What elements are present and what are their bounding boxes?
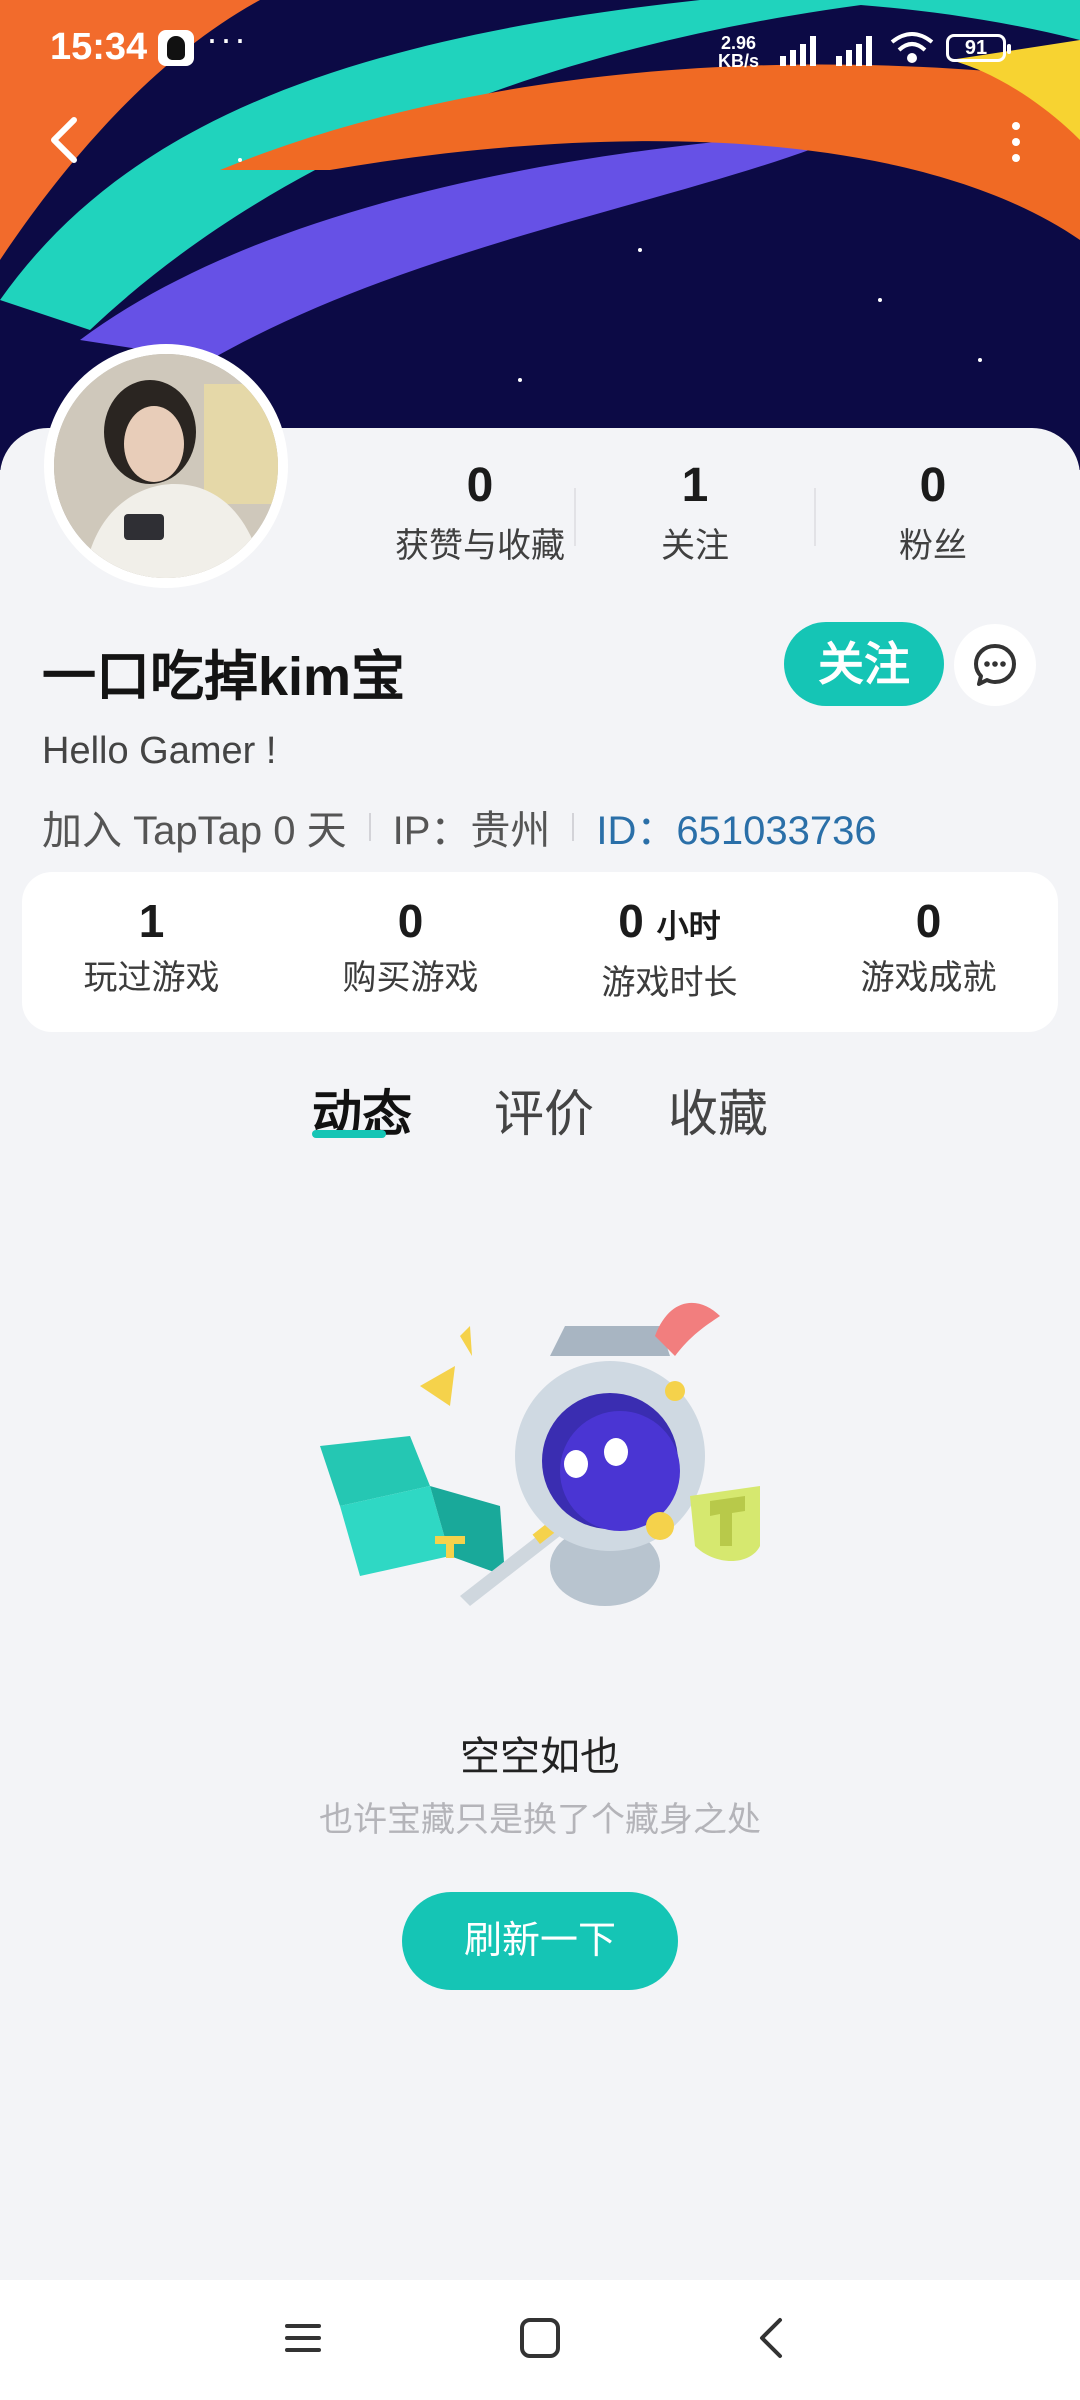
stat-likes[interactable]: 0 获赞与收藏 [360,458,600,567]
empty-state-subtitle: 也许宝藏只是换了个藏身之处 [319,1801,761,1839]
bio: Hello Gamer ! [42,730,277,772]
system-nav-bar [0,2280,1080,2400]
tab-favorites[interactable]: 收藏 [668,1074,768,1146]
wifi-icon [890,32,934,63]
home-icon[interactable] [510,2308,570,2368]
game-stat-played[interactable]: 1 玩过游戏 [22,894,281,999]
avatar-image [54,354,278,578]
join-info: 加入 TapTap 0 天 [42,809,347,853]
game-stat-playtime-unit: 小时 [656,908,721,944]
signal-icon-2 [836,36,872,66]
game-stat-played-label: 玩过游戏 [83,959,220,997]
empty-state-knight-illustration [320,1302,760,1606]
game-stat-purchased-value: 0 [397,895,424,947]
game-stat-purchased-label: 购买游戏 [342,959,479,997]
stat-following-value: 1 [681,459,709,512]
signal-icon [780,36,816,66]
stat-likes-label: 获赞与收藏 [395,527,565,565]
avatar-photo-icon [54,354,278,578]
meta-divider [368,813,371,841]
more-notifications-icon: ··· [206,18,248,59]
stat-likes-value: 0 [466,459,494,512]
game-stat-playtime[interactable]: 0 小时 游戏时长 [540,894,799,1004]
stat-following-label: 关注 [661,527,729,565]
tab-reviews[interactable]: 评价 [494,1074,594,1146]
more-options-icon[interactable] [1000,118,1032,168]
status-bar: 15:34 ··· 2.96 KB/s 91 [0,0,1080,100]
empty-state-title: 空空如也 [460,1735,620,1779]
network-speed-unit: KB/s [718,51,760,71]
chat-icon [974,644,1016,686]
game-stat-achievements-value: 0 [915,895,942,947]
back-icon[interactable] [40,110,88,170]
refresh-button[interactable]: 刷新一下 [402,1892,678,1990]
username: 一口吃掉kim宝 [42,647,406,707]
game-stat-achievements[interactable]: 0 游戏成就 [799,894,1058,999]
avatar[interactable] [44,344,288,588]
stat-followers-value: 0 [919,459,947,512]
meta-divider [572,813,575,841]
user-id[interactable]: ID：651033736 [596,798,876,856]
status-time: 15:34 [50,26,148,68]
network-speed-value: 2.96 [720,33,757,53]
game-stat-playtime-value: 0 [618,895,644,947]
menu-icon[interactable] [273,2308,333,2368]
stat-following[interactable]: 1 关注 [575,458,815,567]
stat-followers[interactable]: 0 粉丝 [813,458,1053,567]
profile-stats: 0 获赞与收藏 1 关注 0 粉丝 [360,458,1080,568]
content-tabs: 动态 评价 收藏 [0,1074,1080,1154]
game-stat-playtime-label: 游戏时长 [601,964,738,1002]
stat-followers-label: 粉丝 [899,527,967,565]
active-tab-indicator [312,1130,386,1138]
profile-meta: 加入 TapTap 0 天 IP：贵州 ID：651033736 [42,798,877,856]
battery-icon: 91 [946,34,1011,62]
ip-info: IP：贵州 [392,809,551,853]
game-stats-card: 1 玩过游戏 0 购买游戏 0 小时 游戏时长 0 游戏成就 [22,872,1058,1032]
game-stat-played-value: 1 [138,895,165,947]
game-stat-purchased[interactable]: 0 购买游戏 [281,894,540,999]
message-button[interactable] [954,624,1036,706]
game-stat-achievements-label: 游戏成就 [860,959,997,997]
qq-notification-icon [158,30,194,66]
system-back-icon[interactable] [742,2308,802,2368]
follow-button[interactable]: 关注 [784,622,944,706]
network-speed: 2.96 KB/s [718,34,759,70]
